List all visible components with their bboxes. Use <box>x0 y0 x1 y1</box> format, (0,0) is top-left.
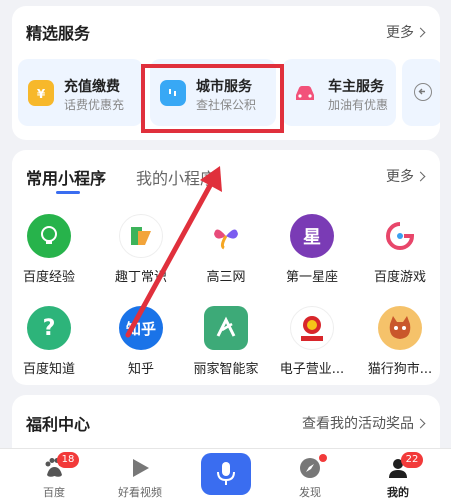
bottom-nav: 18 百度 好看视频 发现 22 我的 <box>0 448 451 502</box>
app-label: 高三网 <box>206 270 246 285</box>
app-maoxing-goushi[interactable]: 猫行狗市... <box>358 306 440 377</box>
chevron-right-icon <box>415 418 426 429</box>
annotation-highlight-box <box>141 64 284 133</box>
nav-mine[interactable]: 22 我的 <box>358 449 438 502</box>
app-label: 猫行狗市... <box>367 362 433 377</box>
service-scroll-stub[interactable] <box>402 59 440 126</box>
service-subtitle: 加油有优惠 <box>328 98 389 112</box>
user-icon: 22 <box>386 452 423 480</box>
app-zhihu[interactable]: 知乎 知乎 <box>99 306 183 377</box>
welfare-prizes-label: 查看我的活动奖品 <box>302 416 414 432</box>
nav-label: 百度 <box>43 486 65 499</box>
app-gaosanwang[interactable]: 高三网 <box>184 214 268 285</box>
zhihu-icon: 知乎 <box>119 306 163 350</box>
notification-badge: 22 <box>401 452 423 468</box>
active-tab-indicator <box>56 191 80 194</box>
tab-common-miniprograms[interactable]: 常用小程序 <box>26 165 106 189</box>
service-recharge[interactable]: ¥ 充值缴费 话费优惠充 <box>18 59 143 126</box>
emblem-icon <box>290 306 334 350</box>
nav-label: 发现 <box>299 486 321 499</box>
app-baidu-zhidao[interactable]: ? 百度知道 <box>12 306 91 377</box>
star-char-icon: 星 <box>290 214 334 258</box>
welfare-prizes-link[interactable]: 查看我的活动奖品 <box>302 413 426 433</box>
lightbulb-icon <box>27 214 71 258</box>
miniprograms-more-label: 更多 <box>386 169 414 185</box>
featured-more-link[interactable]: 更多 <box>386 22 426 42</box>
qd-logo-icon <box>119 214 163 258</box>
service-subtitle: 话费优惠充 <box>64 98 125 112</box>
miniprograms-card: 常用小程序 我的小程序 更多 百度经验 趣丁常识 高三网 星 第一星座 百度游戏… <box>12 150 440 385</box>
tab-my-miniprograms[interactable]: 我的小程序 <box>136 165 216 189</box>
butterfly-logo-icon <box>204 214 248 258</box>
cat-icon <box>378 306 422 350</box>
chevron-right-icon <box>415 171 426 182</box>
app-label: 百度游戏 <box>373 270 426 285</box>
nav-label: 好看视频 <box>118 486 162 499</box>
notification-dot <box>319 454 327 462</box>
nav-baidu[interactable]: 18 百度 <box>14 449 94 502</box>
app-label: 电子营业... <box>279 362 345 377</box>
microphone-icon <box>217 462 235 485</box>
arrow-left-circle-icon[interactable] <box>414 83 432 101</box>
app-dianzi-yingye[interactable]: 电子营业... <box>270 306 354 377</box>
service-car[interactable]: 车主服务 加油有优惠 <box>282 59 396 126</box>
app-label: 百度知道 <box>22 362 75 377</box>
game-logo-icon <box>378 214 422 258</box>
service-title: 车主服务 <box>328 79 384 95</box>
service-title: 充值缴费 <box>64 79 120 95</box>
app-lijia-smarthome[interactable]: 丽家智能家 <box>184 306 268 377</box>
app-baidu-youxi[interactable]: 百度游戏 <box>358 214 440 285</box>
welfare-title: 福利中心 <box>26 415 91 434</box>
featured-more-label: 更多 <box>386 25 414 41</box>
app-label: 知乎 <box>127 362 154 377</box>
app-quding[interactable]: 趣丁常识 <box>99 214 183 285</box>
featured-services-title: 精选服务 <box>26 24 91 43</box>
app-label: 百度经验 <box>22 270 75 285</box>
miniprograms-more-link[interactable]: 更多 <box>386 166 426 186</box>
nav-discover[interactable]: 发现 <box>270 449 350 502</box>
nav-label: 我的 <box>387 486 409 499</box>
play-icon <box>128 456 152 480</box>
yuan-wallet-icon: ¥ <box>28 80 54 106</box>
chevron-right-icon <box>415 27 426 38</box>
app-label: 第一星座 <box>285 270 338 285</box>
svg-text:¥: ¥ <box>37 87 46 101</box>
app-label: 趣丁常识 <box>114 270 167 285</box>
voice-search-button[interactable] <box>201 453 251 495</box>
question-icon: ? <box>27 306 71 350</box>
app-diyixingzuo[interactable]: 星 第一星座 <box>270 214 354 285</box>
baidu-paw-icon: 18 <box>42 452 79 480</box>
home-logo-icon <box>204 306 248 350</box>
notification-badge: 18 <box>57 452 79 468</box>
car-icon <box>292 80 318 106</box>
compass-icon <box>298 454 327 480</box>
app-label: 丽家智能家 <box>193 362 259 377</box>
app-baidu-jingyan[interactable]: 百度经验 <box>12 214 91 285</box>
nav-haokan-video[interactable]: 好看视频 <box>100 449 180 502</box>
